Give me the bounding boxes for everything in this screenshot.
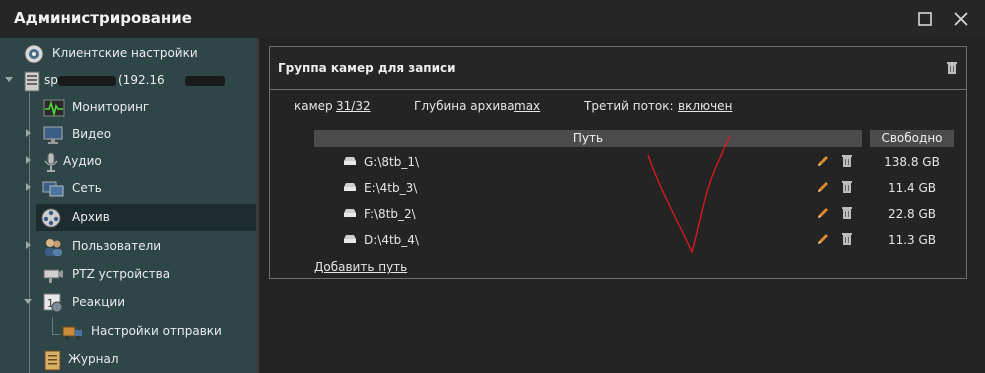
edit-pencil-icon[interactable]: [816, 154, 830, 168]
table-row[interactable]: G:\8tb_1\ 138.8 GB: [270, 149, 966, 175]
red-checkmark-annotation: [647, 135, 731, 254]
expand-arrow-icon[interactable]: [26, 156, 31, 164]
tree-item-client-settings[interactable]: Клиентские настройки: [0, 40, 256, 67]
tree-item-label: PTZ устройства: [72, 267, 171, 281]
network-icon: [42, 181, 64, 197]
microphone-icon: [44, 152, 58, 172]
table-row[interactable]: E:\4tb_3\ 11.4 GB: [270, 175, 966, 201]
free-space-value: 11.4 GB: [887, 181, 937, 195]
tree-item-monitoring[interactable]: Мониторинг: [0, 94, 256, 121]
client-settings-icon: [24, 44, 44, 64]
hard-drive-icon: [344, 209, 356, 217]
path-value: E:\4tb_3\: [364, 181, 418, 195]
expand-arrow-icon[interactable]: [26, 129, 31, 137]
free-space-value: 22.8 GB: [887, 207, 937, 221]
tree-item-audio[interactable]: Аудио: [0, 148, 256, 175]
edit-pencil-icon[interactable]: [816, 180, 830, 194]
tree-item-delivery-settings[interactable]: Настройки отправки: [0, 318, 256, 345]
delivery-truck-icon: [62, 326, 82, 340]
edit-pencil-icon[interactable]: [816, 232, 830, 246]
cameras-label: камер: [294, 99, 333, 113]
tree-item-label: Клиентские настройки: [52, 46, 198, 60]
delete-trash-icon[interactable]: [841, 180, 853, 194]
tree-item-label: Архив: [72, 210, 110, 224]
delete-trash-icon[interactable]: [841, 232, 853, 246]
redaction-mark: [58, 76, 116, 86]
free-space-value: 138.8 GB: [884, 155, 940, 169]
sidebar-splitter[interactable]: [256, 38, 259, 373]
table-row[interactable]: F:\8tb_2\ 22.8 GB: [270, 201, 966, 227]
path-value: G:\8tb_1\: [364, 155, 420, 169]
expand-arrow-icon[interactable]: [26, 241, 31, 249]
tree-item-label: Мониторинг: [72, 100, 150, 114]
reactions-icon: 1: [43, 293, 63, 313]
tree-item-label: sp: [44, 73, 58, 87]
window-titlebar: Администрирование: [0, 0, 985, 38]
delete-trash-icon[interactable]: [841, 206, 853, 220]
tree-item-users[interactable]: Пользователи: [0, 233, 256, 260]
panel-header: Группа камер для записи: [270, 47, 966, 90]
table-row[interactable]: D:\4tb_4\ 11.3 GB: [270, 227, 966, 253]
tree-item-label: Аудио: [63, 154, 102, 168]
third-stream-link[interactable]: включен: [678, 99, 732, 113]
collapse-arrow-icon[interactable]: [24, 299, 32, 304]
tree-item-label: Журнал: [68, 352, 119, 366]
ptz-camera-icon: [43, 269, 63, 283]
path-value: D:\4tb_4\: [364, 233, 419, 247]
path-value: F:\8tb_2\: [364, 207, 416, 221]
free-space-value: 11.3 GB: [887, 233, 937, 247]
tree-item-reactions[interactable]: 1 Реакции: [0, 289, 256, 316]
add-path-link[interactable]: Добавить путь: [314, 260, 407, 274]
tree-item-video[interactable]: Видео: [0, 121, 256, 148]
expand-arrow-icon[interactable]: [26, 183, 31, 191]
window-title: Администрирование: [14, 9, 192, 27]
tree-item-ptz[interactable]: PTZ устройства: [0, 261, 256, 288]
cameras-count-link[interactable]: 31/32: [336, 99, 371, 113]
tree-item-label: Видео: [72, 127, 112, 141]
collapse-arrow-icon[interactable]: [5, 77, 13, 82]
archive-depth-label: Глубина архива: [414, 99, 515, 113]
tree-item-label: Пользователи: [72, 239, 162, 253]
tree-item-label: (192.16: [118, 73, 165, 87]
tree-item-network[interactable]: Сеть: [0, 175, 256, 202]
delete-group-trash-icon[interactable]: [946, 61, 958, 75]
hard-drive-icon: [344, 235, 356, 243]
archive-reel-icon: [41, 208, 61, 228]
video-icon: [43, 126, 63, 144]
settings-tree: Клиентские настройки sp (192.16 Монитори…: [0, 38, 256, 373]
hard-drive-icon: [344, 157, 356, 165]
third-stream-label: Третий поток:: [584, 99, 674, 113]
maximize-icon[interactable]: [914, 8, 936, 30]
close-icon[interactable]: [950, 8, 972, 30]
server-icon: [24, 71, 40, 92]
redaction-mark: [185, 76, 225, 86]
journal-icon: [44, 350, 61, 371]
tree-item-label: Сеть: [72, 181, 102, 195]
tree-item-journal[interactable]: Журнал: [0, 346, 256, 373]
tree-item-server[interactable]: sp (192.16: [0, 67, 256, 94]
archive-depth-link[interactable]: max: [514, 99, 540, 113]
monitoring-icon: [43, 99, 65, 118]
edit-pencil-icon[interactable]: [816, 206, 830, 220]
column-header-path: Путь: [314, 130, 862, 147]
hard-drive-icon: [344, 183, 356, 191]
delete-trash-icon[interactable]: [841, 154, 853, 168]
tree-item-label: Настройки отправки: [91, 324, 222, 338]
panel-title: Группа камер для записи: [278, 61, 456, 75]
tree-item-archive[interactable]: Архив: [36, 204, 256, 231]
tree-item-label: Реакции: [72, 295, 125, 309]
camera-group-panel: Группа камер для записи камер 31/32 Глуб…: [269, 46, 967, 279]
column-header-free: Свободно: [870, 130, 954, 147]
users-icon: [45, 239, 62, 256]
